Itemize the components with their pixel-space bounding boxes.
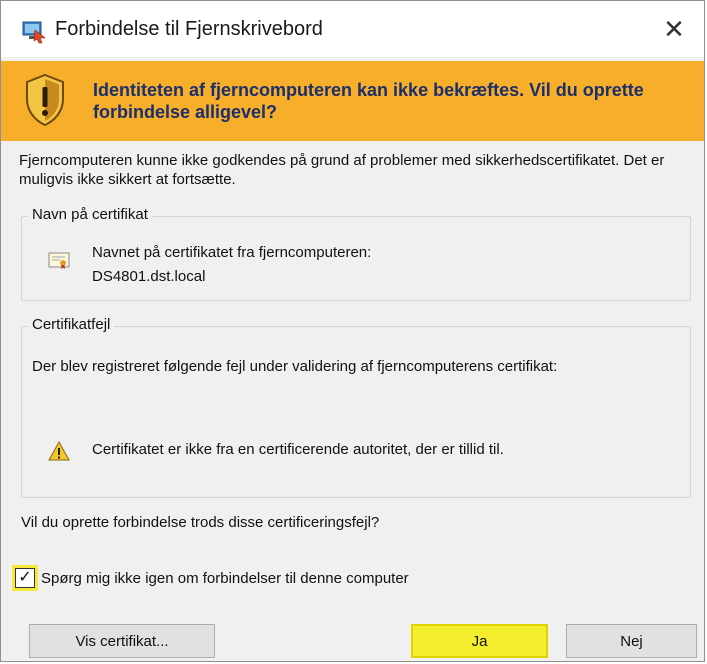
dont-ask-again-option[interactable]: ✓ Spørg mig ikke igen om forbindelser ti… [15,563,409,593]
error-description: Der blev registreret følgende fejl under… [32,358,558,375]
dont-ask-again-checkbox[interactable]: ✓ [15,568,35,588]
window-title: Forbindelse til Fjernskrivebord [55,18,323,40]
error-item: Certifikatet er ikke fra en certificeren… [92,441,504,458]
shield-warning-icon [26,73,64,127]
checkbox-label[interactable]: Spørg mig ikke igen om forbindelser til … [41,570,409,587]
group-legend: Certifikatfejl [28,316,115,333]
checkmark-icon: ✓ [18,569,32,586]
banner-message: Identiteten af fjerncomputeren kan ikke … [93,80,644,122]
intro-text: Fjerncomputeren kunne ikke godkendes på … [19,152,665,188]
group-legend: Navn på certifikat [28,206,152,223]
close-button[interactable]: ✕ [654,9,694,49]
no-button[interactable]: Nej [566,624,697,658]
certificate-error-group: Certifikatfejl Der blev registreret følg… [21,316,691,498]
warning-banner: Identiteten af fjerncomputeren kan ikke … [1,61,704,141]
certificate-value: DS4801.dst.local [92,268,206,285]
title-bar: Forbindelse til Fjernskrivebord ✕ [1,1,704,57]
yes-button[interactable]: Ja [411,624,548,658]
rdp-dialog: Forbindelse til Fjernskrivebord ✕ Identi… [0,0,705,662]
question-text: Vil du oprette forbindelse trods disse c… [21,514,380,531]
warning-icon [48,441,70,461]
view-certificate-button[interactable]: Vis certifikat... [29,624,215,658]
close-icon: ✕ [663,13,685,44]
remote-desktop-icon [22,21,46,44]
certificate-label: Navnet på certifikatet fra fjerncomputer… [92,244,372,261]
certificate-icon [48,252,70,269]
certificate-name-group: Navn på certifikat Navnet på certifikate… [21,206,691,301]
